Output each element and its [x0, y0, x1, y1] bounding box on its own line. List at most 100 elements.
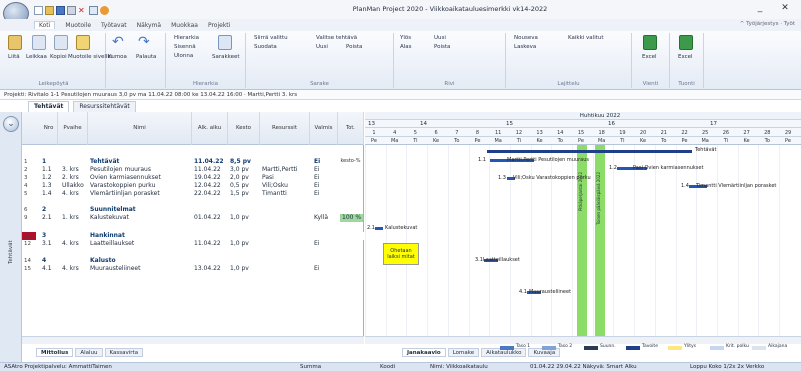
task-id[interactable]: 1.2	[42, 174, 52, 182]
task-name[interactable]: Tehtävät	[90, 158, 119, 166]
status-zoom[interactable]: Loppu Koko 1/2x 2x Verkko	[690, 363, 764, 371]
columns-label[interactable]: Sarakkeet	[212, 54, 240, 60]
task-start[interactable]: 11.04.22	[194, 166, 221, 174]
task-resources[interactable]: Pasi	[262, 174, 274, 182]
task-start[interactable]: 19.04.22	[194, 174, 221, 182]
undo-label[interactable]: Kumoa	[108, 54, 127, 60]
task-id[interactable]: 1.4	[42, 190, 52, 198]
outdent-button[interactable]: Ulonna	[174, 53, 193, 59]
task-id[interactable]: 3	[42, 232, 46, 240]
task-name[interactable]: Vlemärtiinljan porasket	[90, 190, 160, 198]
tab-alaluu[interactable]: Alaluu	[75, 347, 103, 357]
undo-icon[interactable]: ↶	[112, 35, 126, 50]
copy-big-icon[interactable]	[54, 35, 68, 50]
tab-resurssitehtavat[interactable]: Resurssitehtävät	[73, 101, 136, 112]
task-id[interactable]: 1.1	[42, 166, 52, 174]
excel-export-icon[interactable]	[643, 35, 657, 50]
task-done[interactable]: Ei	[314, 265, 319, 273]
tab-mittolius[interactable]: Mittolius	[36, 347, 74, 357]
col-start[interactable]: Alk. alku	[192, 112, 228, 145]
table-row[interactable]: 6 2 Suunnitelmat	[22, 206, 364, 214]
task-bar-kaluste[interactable]	[375, 227, 383, 230]
task-duration[interactable]: 2,0 pv	[230, 174, 249, 182]
table-row[interactable]: 3 1.2 2. krs Ovien karmiasennukset 19.04.22 2…	[22, 174, 364, 182]
task-duration[interactable]: 1,0 pv	[230, 240, 249, 248]
select-task-button[interactable]: Valitse tehtävä	[316, 35, 357, 41]
delete-col-button[interactable]: Poista	[346, 44, 362, 50]
task-done[interactable]: Ei	[314, 174, 319, 182]
table-row[interactable]: 5 1.4 4. krs Vlemärtiinljan porasket 22.04.2…	[22, 190, 364, 198]
row-down-button[interactable]: Alas	[400, 44, 412, 50]
col-name[interactable]: Nimi	[88, 112, 192, 145]
delete-icon[interactable]: ✕	[78, 6, 87, 15]
task-duration[interactable]: 0,5 pv	[230, 182, 249, 190]
cut-icon[interactable]	[32, 35, 46, 50]
summary-bar-tehtavat[interactable]	[487, 150, 692, 153]
redo-icon[interactable]: ↷	[138, 35, 152, 50]
move-selected-button[interactable]: Siirrä valittu	[254, 35, 288, 41]
task-resources[interactable]: Timantti	[262, 190, 287, 198]
ribbon-right-links[interactable]: ^ Työjärjestys · Työt	[740, 21, 795, 27]
task-resources[interactable]: Martti,Pertti	[262, 166, 298, 174]
table-row[interactable]: 9 2.1 1. krs Kalustekuvat 01.04.22 1,0 pv Kyll…	[22, 214, 364, 222]
tab-koti[interactable]: Koti	[34, 21, 56, 29]
task-percent[interactable]: 100 %	[340, 214, 364, 222]
task-name[interactable]: Laatteillaukset	[90, 240, 134, 248]
col-resources[interactable]: Resurssit	[260, 112, 310, 145]
task-name[interactable]: Kalusto	[90, 257, 116, 265]
open-icon[interactable]	[45, 5, 54, 15]
task-id[interactable]: 4	[42, 257, 46, 265]
tab-muokkaa[interactable]: Muokkaa	[171, 22, 198, 29]
table-row[interactable]: 12 3.1 4. krs Laatteillaukset 11.04.22 1,0 pv…	[22, 240, 364, 248]
minimize-button[interactable]: _	[751, 3, 769, 15]
tab-muotoile[interactable]: Muotoile	[65, 22, 91, 29]
tab-tehtavat[interactable]: Tehtävät	[28, 101, 70, 112]
sort-asc-button[interactable]: Nouseva	[514, 35, 538, 41]
excel-import-label[interactable]: Excel	[678, 54, 693, 60]
table-row[interactable]: 14 4 Kalusto	[22, 257, 364, 265]
task-phase[interactable]: 1. krs	[62, 214, 79, 222]
task-phase[interactable]: 4. krs	[62, 265, 79, 273]
task-start[interactable]: 01.04.22	[194, 214, 221, 222]
columns-icon[interactable]	[218, 35, 232, 50]
tab-janakaavio[interactable]: Janakaavio	[402, 347, 446, 357]
row-up-button[interactable]: Ylös	[400, 35, 411, 41]
row-delete-button[interactable]: Poista	[434, 44, 450, 50]
tab-projekti[interactable]: Projekti	[208, 22, 230, 29]
col-phase[interactable]: Pvaihe	[58, 112, 88, 145]
task-id[interactable]: 1.3	[42, 182, 52, 190]
task-name[interactable]: Muurausteliineet	[90, 265, 140, 273]
col-total[interactable]: Tot. kesto-%	[338, 112, 364, 164]
tab-kassavirta[interactable]: Kassavirta	[104, 347, 144, 357]
task-name[interactable]: Pesutilojen muuraus	[90, 166, 151, 174]
task-done[interactable]: Ei	[314, 190, 319, 198]
task-start[interactable]: 11.04.22	[194, 240, 221, 248]
task-id[interactable]: 2	[42, 206, 46, 214]
sort-desc-button[interactable]: Laskeva	[514, 44, 536, 50]
task-name[interactable]: Hankinnat	[90, 232, 125, 240]
table-row[interactable]: 4 1.3 Ullakko Varastokoppien purku 12.04.22 0…	[22, 182, 364, 190]
task-phase[interactable]: 3. krs	[62, 166, 79, 174]
table-row[interactable]: 1 1 Tehtävät 11.04.22 8,5 pv Ei	[22, 158, 364, 166]
task-done[interactable]: Ei	[314, 240, 319, 248]
tab-tyotavat[interactable]: Työtavat	[101, 22, 127, 29]
task-phase[interactable]: Ullakko	[62, 182, 84, 190]
grid-hscrollbar[interactable]	[22, 336, 364, 344]
hierarchy-button[interactable]: Hierarkia	[174, 35, 199, 41]
table-row[interactable]: 2 1.1 3. krs Pesutilojen muuraus 11.04.22 3,0…	[22, 166, 364, 174]
format-painter-icon[interactable]	[76, 35, 90, 50]
task-duration[interactable]: 1,5 pv	[230, 190, 249, 198]
paste-label[interactable]: Liitä	[8, 54, 20, 60]
task-start[interactable]: 12.04.22	[194, 182, 221, 190]
task-name[interactable]: Varastokoppien purku	[90, 182, 155, 190]
task-duration[interactable]: 3,0 pv	[230, 166, 249, 174]
tab-nakyma[interactable]: Näkymä	[137, 22, 162, 29]
task-start[interactable]: 11.04.22	[194, 158, 224, 166]
col-num[interactable]: Nro	[40, 112, 58, 145]
tab-lomake[interactable]: Lomake	[447, 347, 480, 357]
row-new-button[interactable]: Uusi	[434, 35, 446, 41]
table-row[interactable]: 11 3 Hankinnat	[22, 232, 364, 240]
filter-button[interactable]: Suodata	[254, 44, 277, 50]
note-sticky[interactable]: Ohetaan laiksi mitat	[383, 243, 419, 265]
col-duration[interactable]: Kesto	[228, 112, 260, 145]
